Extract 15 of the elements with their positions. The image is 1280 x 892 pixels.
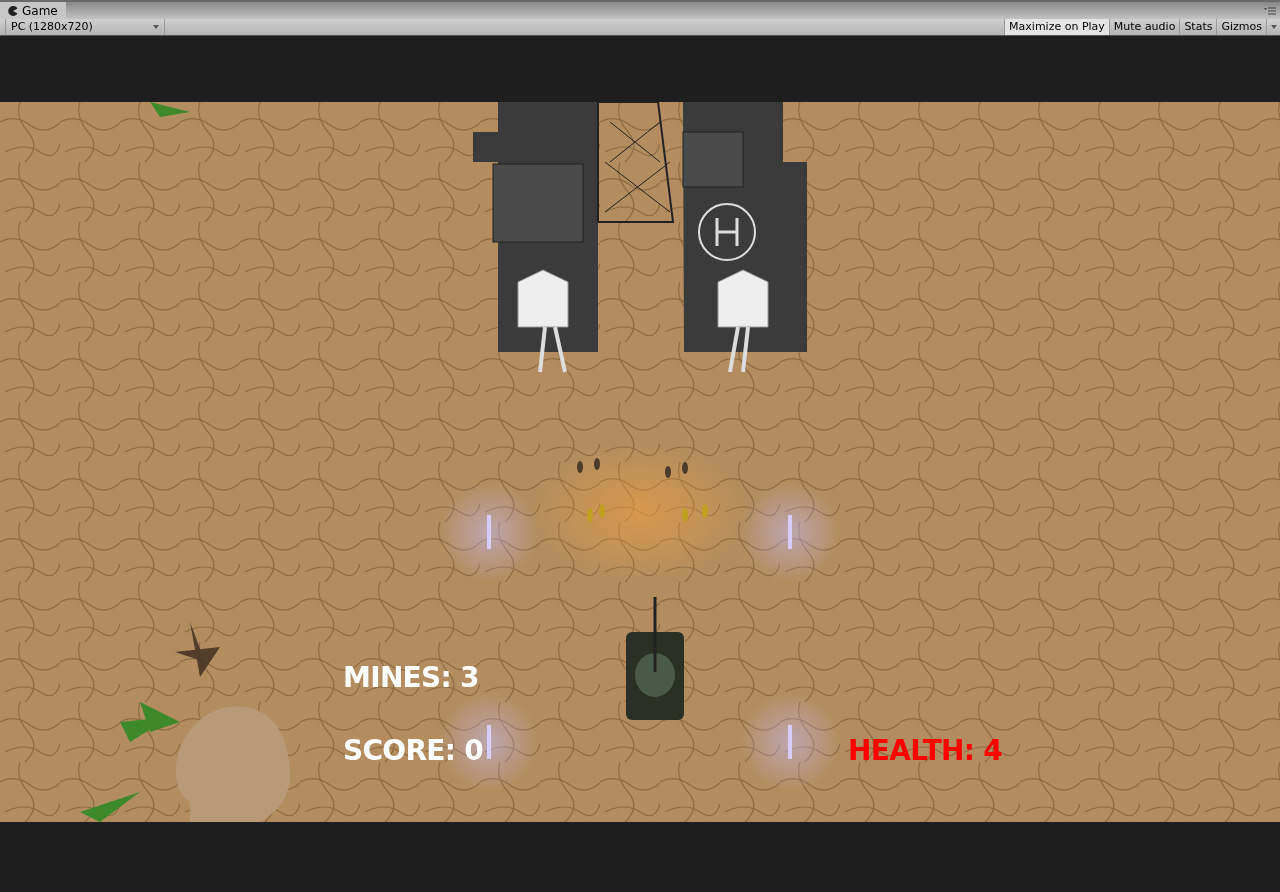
toolbar-toggle[interactable]: Stats	[1179, 19, 1217, 35]
resolution-dropdown[interactable]: PC (1280x720)	[5, 19, 165, 35]
mines-counter: MINES: 3	[343, 660, 479, 696]
score-counter: SCORE: 0	[343, 733, 484, 769]
window-tab[interactable]: Game	[0, 2, 66, 19]
pacman-icon	[8, 5, 18, 16]
health-counter: HEALTH: 4	[848, 733, 1003, 769]
tab-title: Game	[22, 2, 58, 20]
menu-icon[interactable]	[1264, 7, 1276, 15]
toolbar-toggle[interactable]: Mute audio	[1108, 19, 1180, 35]
toolbar-toggle[interactable]: Maximize on Play	[1004, 19, 1109, 35]
toolbar-toggle[interactable]: Gizmos	[1216, 19, 1266, 35]
caret-icon	[153, 25, 159, 29]
caret-icon	[1270, 25, 1277, 29]
gizmos-dropdown[interactable]	[1266, 19, 1280, 35]
